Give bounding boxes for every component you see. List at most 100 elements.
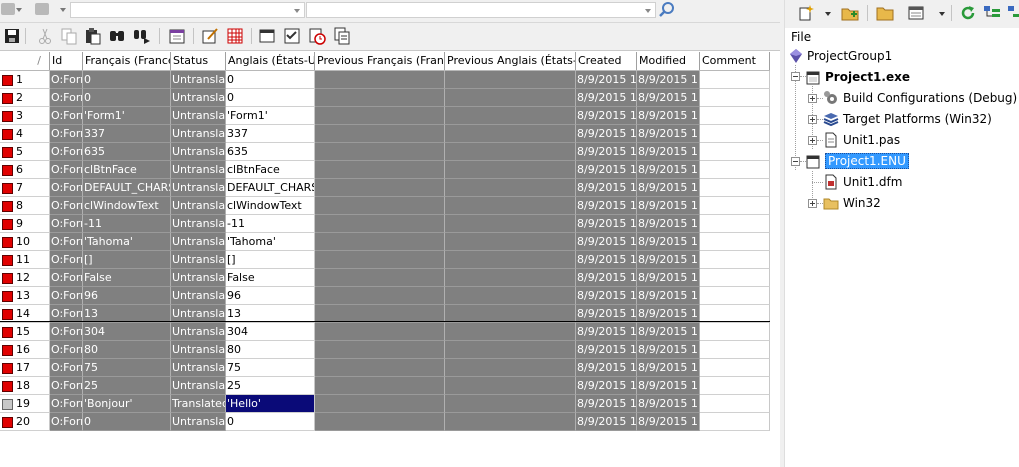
cell-previous-francais[interactable] (315, 269, 445, 287)
cell-created[interactable]: 8/9/2015 11 (576, 107, 637, 125)
cell-status[interactable]: Untranslated (171, 287, 226, 305)
cell-id[interactable]: O:Form1 (50, 143, 83, 161)
cell-id[interactable]: O:Form1 (50, 161, 83, 179)
navigate-forward-icon[interactable] (35, 3, 49, 15)
cell-francais[interactable]: 'Bonjour' (83, 395, 171, 413)
table-row[interactable]: 3O:Form1'Form1'Untranslated'Form1'8/9/20… (0, 107, 770, 125)
cell-modified[interactable]: 8/9/2015 11 (637, 161, 700, 179)
folder-icon[interactable] (876, 4, 894, 22)
tree-node-project-group[interactable]: ProjectGroup1 (807, 46, 892, 66)
column-header-6[interactable]: Previous Anglais (États-Unis) (445, 52, 576, 70)
cell-previous-anglais[interactable] (445, 233, 576, 251)
cell-previous-francais[interactable] (315, 413, 445, 431)
cell-anglais[interactable]: 80 (226, 341, 315, 359)
find-next-icon[interactable] (133, 27, 151, 45)
cell-status[interactable]: Untranslated (171, 413, 226, 431)
table-row[interactable]: 8O:Form1clWindowTextUntranslatedclWindow… (0, 197, 770, 215)
cell-comment[interactable] (700, 143, 770, 161)
cell-previous-francais[interactable] (315, 233, 445, 251)
row-header[interactable]: 10 (0, 233, 50, 251)
cell-status[interactable]: Untranslated (171, 323, 226, 341)
cell-status[interactable]: Untranslated (171, 125, 226, 143)
table-row[interactable]: 16O:Form180Untranslated808/9/2015 118/9/… (0, 341, 770, 359)
cell-francais[interactable]: 635 (83, 143, 171, 161)
table-row[interactable]: 5O:Form1635Untranslated6358/9/2015 118/9… (0, 143, 770, 161)
cell-modified[interactable]: 8/9/2015 11 (637, 107, 700, 125)
window-icon[interactable] (258, 27, 276, 45)
cell-comment[interactable] (700, 107, 770, 125)
cell-modified[interactable]: 8/9/2015 11 (637, 179, 700, 197)
cell-anglais[interactable]: 96 (226, 287, 315, 305)
cell-francais[interactable]: [] (83, 251, 171, 269)
cell-created[interactable]: 8/9/2015 11 (576, 125, 637, 143)
tree-node-unit-pas[interactable]: Unit1.pas (843, 130, 900, 150)
row-header[interactable]: 8 (0, 197, 50, 215)
cell-modified[interactable]: 8/9/2015 11 (637, 395, 700, 413)
chevron-down-icon[interactable] (939, 12, 945, 16)
table-row[interactable]: 10O:Form1'Tahoma'Untranslated'Tahoma'8/9… (0, 233, 770, 251)
cell-previous-francais[interactable] (315, 395, 445, 413)
cell-comment[interactable] (700, 287, 770, 305)
cell-previous-francais[interactable] (315, 71, 445, 89)
cell-created[interactable]: 8/9/2015 11 (576, 71, 637, 89)
cell-modified[interactable]: 8/9/2015 11 (637, 125, 700, 143)
cell-comment[interactable] (700, 233, 770, 251)
magnifier-icon[interactable] (658, 1, 676, 19)
column-header-4[interactable]: Anglais (États-Unis) (226, 52, 315, 70)
table-row[interactable]: 7O:Form1DEFAULT_CHARSETUntranslatedDEFAU… (0, 179, 770, 197)
row-header[interactable]: 7 (0, 179, 50, 197)
table-row[interactable]: 18O:Form125Untranslated258/9/2015 118/9/… (0, 377, 770, 395)
cell-created[interactable]: 8/9/2015 11 (576, 143, 637, 161)
row-header[interactable]: 20 (0, 413, 50, 431)
cell-francais[interactable]: clWindowText (83, 197, 171, 215)
cell-francais[interactable]: False (83, 269, 171, 287)
cell-created[interactable]: 8/9/2015 11 (576, 323, 637, 341)
cell-id[interactable]: O:Form1 (50, 413, 83, 431)
cell-anglais[interactable]: 635 (226, 143, 315, 161)
cell-status[interactable]: Untranslated (171, 341, 226, 359)
cell-previous-francais[interactable] (315, 107, 445, 125)
cell-francais[interactable]: 96 (83, 287, 171, 305)
expand-tree-icon[interactable] (983, 4, 1001, 22)
table-row[interactable]: 2O:Form10Untranslated08/9/2015 118/9/201… (0, 89, 770, 107)
cell-modified[interactable]: 8/9/2015 11 (637, 71, 700, 89)
column-header-5[interactable]: Previous Français (France) (315, 52, 445, 70)
row-header[interactable]: 16 (0, 341, 50, 359)
cell-comment[interactable] (700, 377, 770, 395)
cell-francais[interactable]: 'Form1' (83, 107, 171, 125)
cell-previous-anglais[interactable] (445, 71, 576, 89)
grid-icon[interactable] (226, 27, 244, 45)
cell-modified[interactable]: 8/9/2015 11 (637, 89, 700, 107)
edit-icon[interactable] (201, 27, 219, 45)
cell-status[interactable]: Untranslated (171, 71, 226, 89)
cell-id[interactable]: O:Form1 (50, 233, 83, 251)
cell-anglais[interactable]: 'Tahoma' (226, 233, 315, 251)
cell-previous-anglais[interactable] (445, 143, 576, 161)
cell-anglais[interactable]: [] (226, 251, 315, 269)
table-row[interactable]: 12O:Form1FalseUntranslatedFalse8/9/2015 … (0, 269, 770, 287)
table-row[interactable]: 13O:Form196Untranslated968/9/2015 118/9/… (0, 287, 770, 305)
row-header[interactable]: 12 (0, 269, 50, 287)
cell-previous-anglais[interactable] (445, 359, 576, 377)
find-icon[interactable] (108, 27, 126, 45)
cell-created[interactable]: 8/9/2015 11 (576, 215, 637, 233)
cell-created[interactable]: 8/9/2015 11 (576, 233, 637, 251)
cell-previous-anglais[interactable] (445, 161, 576, 179)
cell-comment[interactable] (700, 179, 770, 197)
row-header[interactable]: 15 (0, 323, 50, 341)
expand-toggle[interactable] (808, 136, 817, 145)
cell-anglais[interactable]: 337 (226, 125, 315, 143)
cell-created[interactable]: 8/9/2015 11 (576, 341, 637, 359)
cell-comment[interactable] (700, 215, 770, 233)
cell-previous-anglais[interactable] (445, 269, 576, 287)
cell-status[interactable]: Untranslated (171, 179, 226, 197)
cell-comment[interactable] (700, 251, 770, 269)
row-header[interactable]: 6 (0, 161, 50, 179)
table-row[interactable]: 9O:Form1-11Untranslated-118/9/2015 118/9… (0, 215, 770, 233)
row-header[interactable]: 3 (0, 107, 50, 125)
translation-grid[interactable]: / Id Français (France) Status Anglais (États… (0, 52, 780, 467)
checklist-icon[interactable] (283, 27, 301, 45)
paste-icon[interactable] (84, 27, 102, 45)
copy-icon[interactable] (60, 27, 78, 45)
table-row[interactable]: 1O:Form10Untranslated08/9/2015 118/9/201… (0, 71, 770, 89)
